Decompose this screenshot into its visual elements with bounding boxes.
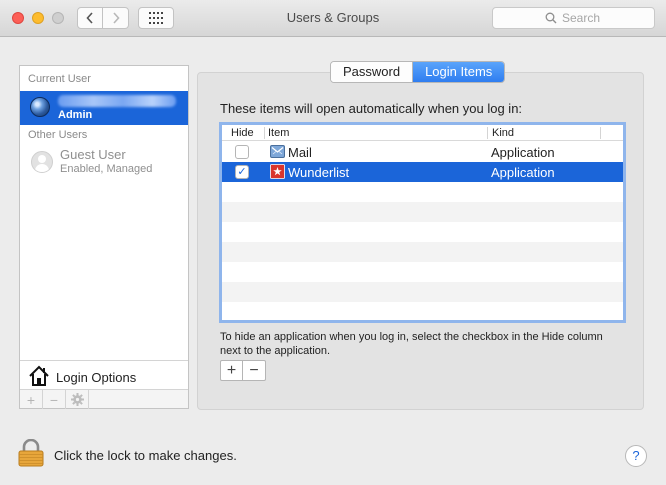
add-remove-buttons: + − xyxy=(220,360,266,381)
redacted-user-name xyxy=(58,95,176,107)
mail-icon xyxy=(270,145,285,158)
column-header-hide[interactable]: Hide xyxy=(231,127,254,139)
empty-row xyxy=(222,222,623,242)
guest-user-row[interactable]: Guest User Enabled, Managed xyxy=(20,144,188,180)
column-header-item[interactable]: Item xyxy=(268,127,289,139)
chevron-left-icon xyxy=(86,12,93,24)
back-button[interactable] xyxy=(77,7,103,29)
item-kind: Application xyxy=(491,165,555,180)
tab-login-items[interactable]: Login Items xyxy=(413,62,505,82)
search-field[interactable] xyxy=(492,7,655,29)
login-options-label: Login Options xyxy=(56,370,137,385)
column-header-kind[interactable]: Kind xyxy=(492,127,514,139)
empty-row xyxy=(222,202,623,222)
search-input[interactable] xyxy=(562,11,602,25)
hide-checkbox[interactable] xyxy=(235,145,249,159)
window-title: Users & Groups xyxy=(286,10,380,25)
action-menu-button[interactable] xyxy=(66,390,89,409)
login-options-item[interactable]: Login Options xyxy=(20,360,188,390)
item-name: Mail xyxy=(288,145,312,160)
title-bar: Users & Groups xyxy=(0,0,666,37)
house-icon xyxy=(29,365,49,386)
hide-checkbox-checked[interactable]: ✓ xyxy=(235,165,249,179)
table-row[interactable]: Mail Application xyxy=(222,142,623,162)
table-row[interactable]: ✓ Wunderlist Application xyxy=(222,162,623,182)
item-kind: Application xyxy=(491,145,555,160)
globe-icon xyxy=(30,97,50,117)
gear-icon xyxy=(70,393,84,406)
guest-user-name: Guest User xyxy=(60,147,126,162)
lock-icon[interactable] xyxy=(18,439,44,467)
empty-row xyxy=(222,182,623,202)
lock-message: Click the lock to make changes. xyxy=(54,448,237,463)
empty-row xyxy=(222,262,623,282)
search-icon xyxy=(545,12,557,24)
forward-button[interactable] xyxy=(103,7,129,29)
guest-user-status: Enabled, Managed xyxy=(60,163,153,175)
empty-row xyxy=(222,282,623,302)
current-user-role: Admin xyxy=(58,109,93,121)
empty-row xyxy=(222,242,623,262)
zoom-window-button[interactable] xyxy=(52,12,64,24)
tab-bar: Password Login Items xyxy=(330,61,506,83)
minimize-window-button[interactable] xyxy=(32,12,44,24)
empty-row xyxy=(222,302,623,322)
users-sidebar: Current User Admin Other Users Guest Use… xyxy=(19,65,189,409)
other-users-header: Other Users xyxy=(28,129,88,141)
table-header: Hide Item Kind xyxy=(222,125,623,141)
login-items-intro: These items will open automatically when… xyxy=(220,101,523,116)
navigation-buttons xyxy=(77,7,130,29)
show-all-button[interactable] xyxy=(138,7,174,29)
login-items-table[interactable]: Hide Item Kind Mail Application ✓ Wunder… xyxy=(219,122,626,323)
remove-login-item-button[interactable]: − xyxy=(243,361,265,380)
hide-hint-text: To hide an application when you log in, … xyxy=(220,331,603,357)
current-user-header: Current User xyxy=(28,73,91,85)
grid-icon xyxy=(149,12,163,24)
item-name: Wunderlist xyxy=(288,165,350,180)
current-user-row[interactable]: Admin xyxy=(20,91,188,125)
sidebar-button-bar: + − xyxy=(20,389,188,409)
wunderlist-icon xyxy=(270,164,285,179)
user-silhouette-icon xyxy=(31,151,53,173)
add-user-button[interactable]: + xyxy=(20,390,43,409)
help-button[interactable]: ? xyxy=(625,445,647,467)
add-login-item-button[interactable]: + xyxy=(221,361,243,380)
remove-user-button[interactable]: − xyxy=(43,390,66,409)
close-window-button[interactable] xyxy=(12,12,24,24)
tab-password[interactable]: Password xyxy=(331,62,414,82)
chevron-right-icon xyxy=(112,12,120,24)
